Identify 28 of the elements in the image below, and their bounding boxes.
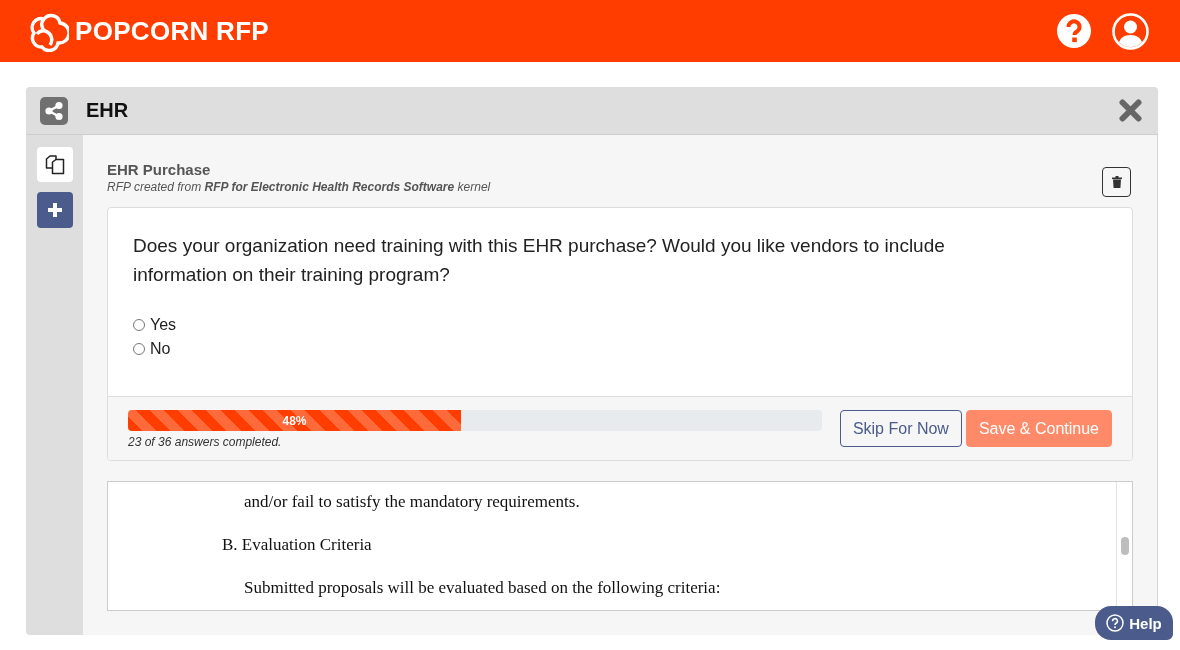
delete-button[interactable]: [1102, 167, 1131, 197]
close-icon[interactable]: [1119, 99, 1142, 122]
help-icon: [1106, 614, 1125, 632]
progress-caption: 23 of 36 answers completed.: [128, 434, 282, 450]
help-icon[interactable]: [1056, 13, 1092, 49]
skip-button[interactable]: Skip For Now: [839, 410, 962, 447]
option-label: No: [150, 340, 171, 358]
plus-icon: [47, 202, 63, 218]
document-paragraph: Submitted proposals will be evaluated based on the following criteria:: [244, 577, 721, 599]
question-text: Does your organization need training with this EHR purchase? Would you like vendors to include information on their training program?: [133, 234, 946, 287]
radio-button[interactable]: [133, 319, 145, 331]
panel-title: EHR: [86, 99, 130, 122]
copy-button[interactable]: [37, 147, 73, 182]
document-heading: B. Evaluation Criteria: [222, 534, 372, 556]
document-paragraph: and/or fail to satisfy the mandatory requirements.: [244, 491, 580, 513]
rfp-title: EHR Purchase: [107, 161, 211, 179]
scrollbar-thumb[interactable]: [1120, 537, 1129, 555]
user-account-icon[interactable]: [1112, 12, 1149, 50]
help-button[interactable]: Help: [1095, 606, 1173, 640]
brand-name: POPCORN RFP: [75, 15, 269, 47]
copy-icon: [45, 154, 65, 175]
progress-percent: 48%: [282, 413, 307, 428]
trash-icon: [1111, 176, 1122, 188]
rfp-subtitle: RFP created from RFP for Electronic Health Records Software kernel: [107, 179, 491, 195]
radio-button[interactable]: [133, 343, 145, 355]
share-icon: [40, 96, 68, 125]
add-button[interactable]: [37, 192, 73, 228]
option-label: Yes: [150, 316, 177, 334]
